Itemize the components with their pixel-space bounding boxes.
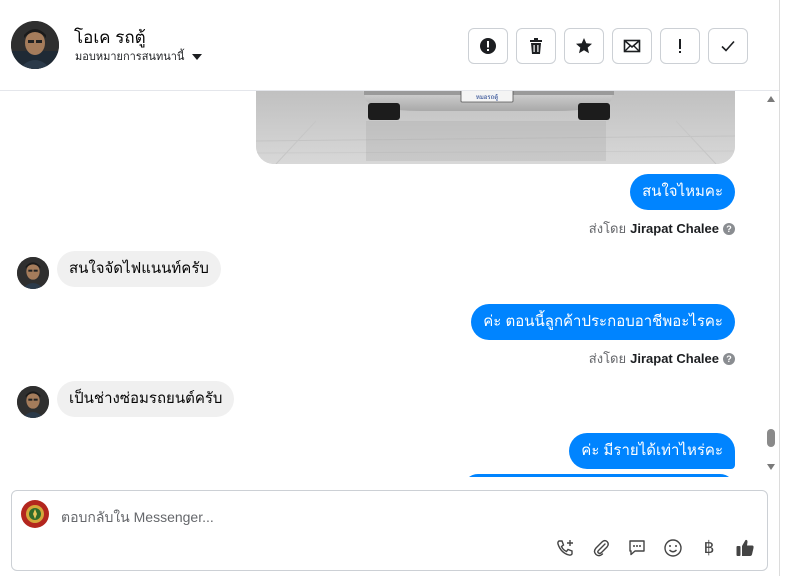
- help-icon[interactable]: ?: [723, 352, 735, 365]
- sender-name: Jirapat Chalee: [630, 351, 719, 366]
- reply-input[interactable]: ตอบกลับใน Messenger...: [61, 507, 214, 529]
- caret-down-icon: [192, 54, 203, 60]
- incoming-message[interactable]: เป็นช่างซ่อมรถยนต์ครับ: [57, 381, 235, 417]
- contact-avatar-small[interactable]: [17, 386, 49, 418]
- outgoing-message[interactable]: ค่ะ ตอนนี้ลูกค้าประกอบอาชีพอะไรคะ: [471, 304, 735, 340]
- scroll-up-arrow-icon[interactable]: [767, 96, 775, 102]
- checkmark-icon: [721, 40, 735, 52]
- message-list[interactable]: หมอรถตู้ สนใจไหมคะ ส่งโดย Jirapat Chalee…: [0, 91, 779, 477]
- panel-divider: [779, 0, 780, 576]
- conversation-header: โอเค รถตู้ มอบหมายการสนทนานี้: [0, 0, 779, 91]
- envelope-icon: [623, 39, 641, 53]
- contact-avatar[interactable]: [11, 21, 59, 69]
- emoji-button[interactable]: [663, 538, 683, 558]
- attach-button[interactable]: [591, 538, 611, 558]
- saved-replies-button[interactable]: [627, 538, 647, 558]
- sender-name: Jirapat Chalee: [630, 221, 719, 236]
- reply-composer: ตอบกลับใน Messenger... ฿: [11, 490, 768, 571]
- assign-label: มอบหมายการสนทนานี้: [75, 51, 185, 63]
- conversation-actions: [468, 28, 748, 64]
- mark-done-button[interactable]: [708, 28, 748, 64]
- composer-toolbar: ฿: [555, 538, 755, 558]
- messenger-inbox-panel: โอเค รถตู้ มอบหมายการสนทนานี้ หมอรถตู้ ส…: [0, 0, 786, 576]
- delete-button[interactable]: [516, 28, 556, 64]
- outgoing-message[interactable]: สนใจไหมคะ: [630, 174, 735, 210]
- scroll-thumb[interactable]: [767, 429, 775, 447]
- trash-icon: [530, 38, 542, 54]
- star-icon: [576, 38, 592, 54]
- scroll-down-arrow-icon[interactable]: [767, 464, 775, 470]
- star-button[interactable]: [564, 28, 604, 64]
- sent-by-info: ส่งโดย Jirapat Chalee ?: [589, 218, 735, 239]
- like-button[interactable]: [735, 538, 755, 558]
- thumbs-up-icon: [736, 539, 754, 556]
- message-scrollbar[interactable]: [764, 91, 778, 477]
- chat-bubble-icon: [629, 540, 645, 556]
- smiley-icon: [664, 539, 682, 557]
- assign-conversation-dropdown[interactable]: มอบหมายการสนทนานี้: [75, 47, 203, 65]
- sent-by-info: ส่งโดย Jirapat Chalee ?: [589, 348, 735, 369]
- report-button[interactable]: [468, 28, 508, 64]
- baht-icon[interactable]: ฿: [699, 538, 719, 558]
- contact-avatar-small[interactable]: [17, 257, 49, 289]
- sent-by-label: ส่งโดย: [588, 351, 627, 366]
- paperclip-icon: [593, 539, 609, 557]
- page-logo: [21, 500, 49, 528]
- incoming-message[interactable]: สนใจจัดไฟแนนท์ครับ: [57, 251, 221, 287]
- car-photo-message[interactable]: หมอรถตู้: [256, 91, 735, 164]
- sent-by-label: ส่งโดย: [588, 221, 627, 236]
- phone-plus-icon: [557, 540, 573, 556]
- mark-unread-button[interactable]: [612, 28, 652, 64]
- license-plate-text: หมอรถตู้: [476, 94, 498, 101]
- call-button[interactable]: [555, 538, 575, 558]
- outgoing-message[interactable]: ค่ะ มีรายได้เท่าไหร่คะ: [569, 433, 735, 469]
- exclamation-icon: [679, 39, 681, 53]
- report-circle-icon: [480, 38, 496, 54]
- flag-button[interactable]: [660, 28, 700, 64]
- help-icon[interactable]: ?: [723, 222, 735, 235]
- outgoing-message-partial[interactable]: [463, 474, 735, 477]
